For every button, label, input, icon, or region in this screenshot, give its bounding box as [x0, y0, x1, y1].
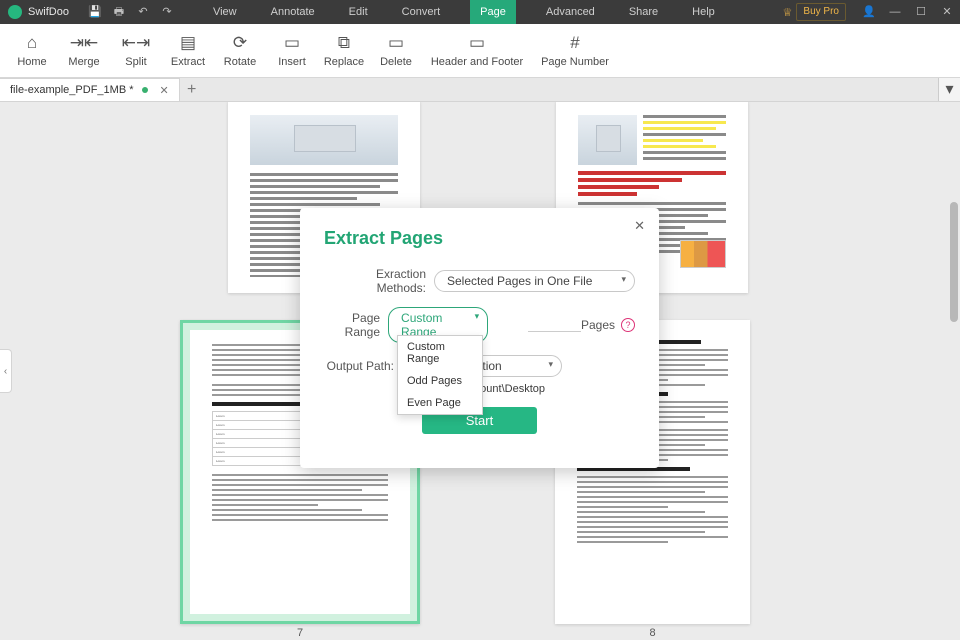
- extract-icon: ▤: [178, 33, 198, 53]
- ribbon-delete[interactable]: ▭ Delete: [370, 26, 422, 76]
- split-icon: ⇤⇥: [126, 33, 146, 53]
- document-tab[interactable]: file-example_PDF_1MB * ✕: [0, 78, 180, 101]
- vertical-scrollbar[interactable]: [950, 102, 958, 640]
- menu-help[interactable]: Help: [688, 0, 719, 24]
- header-footer-icon: ▭: [467, 33, 487, 53]
- page-range-dropdown: Custom Range Odd Pages Even Page: [397, 335, 483, 415]
- unsaved-dot-icon: [142, 87, 148, 93]
- window-maximize-icon[interactable]: ☐: [908, 0, 934, 24]
- window-close-icon[interactable]: ✕: [934, 0, 960, 24]
- new-tab-button[interactable]: +: [180, 78, 204, 101]
- menu-view[interactable]: View: [209, 0, 241, 24]
- ribbon-replace[interactable]: ⧉ Replace: [318, 26, 370, 76]
- ribbon-page-number-label: Page Number: [541, 56, 609, 68]
- menu-convert[interactable]: Convert: [398, 0, 445, 24]
- redo-icon[interactable]: ↷: [155, 0, 179, 24]
- dropdown-option-odd-pages[interactable]: Odd Pages: [398, 370, 482, 392]
- menu-annotate[interactable]: Annotate: [267, 0, 319, 24]
- user-icon[interactable]: 👤: [856, 0, 882, 24]
- ribbon-toolbar: ⌂ Home ⇥⇤ Merge ⇤⇥ Split ▤ Extract ⟳ Rotate ▭…: [0, 24, 960, 78]
- ribbon-extract[interactable]: ▤ Extract: [162, 26, 214, 76]
- ribbon-merge-label: Merge: [68, 56, 99, 68]
- crown-icon: ♕: [783, 6, 793, 19]
- ribbon-page-number[interactable]: # Page Number: [532, 26, 618, 76]
- scrollbar-thumb[interactable]: [950, 202, 958, 322]
- menu-advanced[interactable]: Advanced: [542, 0, 599, 24]
- tab-close-icon[interactable]: ✕: [160, 84, 169, 97]
- ribbon-insert-label: Insert: [278, 56, 306, 68]
- ribbon-home-label: Home: [17, 56, 46, 68]
- ribbon-split-label: Split: [125, 56, 146, 68]
- buy-pro-button[interactable]: Buy Pro: [796, 3, 846, 21]
- rotate-icon: ⟳: [230, 33, 250, 53]
- page-range-label: Page Range: [324, 311, 388, 339]
- menu-share[interactable]: Share: [625, 0, 662, 24]
- extraction-method-select[interactable]: Selected Pages in One File: [434, 270, 635, 292]
- document-tab-strip: file-example_PDF_1MB * ✕ + ▾: [0, 78, 960, 102]
- page-image-placeholder: [250, 115, 398, 165]
- dialog-title: Extract Pages: [324, 228, 635, 249]
- ribbon-header-footer[interactable]: ▭ Header and Footer: [422, 26, 532, 76]
- pages-input-underline[interactable]: [528, 318, 581, 332]
- tab-overflow-button[interactable]: ▾: [938, 78, 960, 101]
- dropdown-option-custom-range[interactable]: Custom Range: [398, 336, 482, 370]
- print-icon[interactable]: 🖶: [107, 0, 131, 24]
- extraction-method-label: Exraction Methods:: [324, 267, 434, 295]
- home-icon: ⌂: [22, 33, 42, 53]
- app-brand: SwifDoo: [28, 6, 69, 18]
- window-minimize-icon[interactable]: —: [882, 0, 908, 24]
- ribbon-extract-label: Extract: [171, 56, 205, 68]
- merge-icon: ⇥⇤: [74, 33, 94, 53]
- ribbon-home[interactable]: ⌂ Home: [6, 26, 58, 76]
- save-icon[interactable]: 💾: [83, 0, 107, 24]
- dialog-close-button[interactable]: ✕: [634, 218, 645, 234]
- page-number-label: 7: [180, 627, 420, 639]
- chart-placeholder: [680, 240, 726, 268]
- dropdown-option-even-page[interactable]: Even Page: [398, 392, 482, 414]
- delete-icon: ▭: [386, 33, 406, 53]
- ribbon-replace-label: Replace: [324, 56, 364, 68]
- ribbon-split[interactable]: ⇤⇥ Split: [110, 26, 162, 76]
- side-panel-toggle[interactable]: ‹: [0, 349, 12, 393]
- ribbon-header-footer-label: Header and Footer: [431, 56, 523, 68]
- page-number-label: 8: [555, 627, 750, 639]
- ribbon-rotate[interactable]: ⟳ Rotate: [214, 26, 266, 76]
- main-menu: View Annotate Edit Convert Page Advanced…: [209, 0, 719, 24]
- insert-icon: ▭: [282, 33, 302, 53]
- pages-label: Pages: [581, 318, 615, 332]
- undo-icon[interactable]: ↶: [131, 0, 155, 24]
- replace-icon: ⧉: [334, 33, 354, 53]
- page-number-icon: #: [565, 33, 585, 53]
- title-bar: SwifDoo 💾 🖶 ↶ ↷ View Annotate Edit Conve…: [0, 0, 960, 24]
- document-tab-label: file-example_PDF_1MB *: [10, 84, 134, 96]
- ribbon-insert[interactable]: ▭ Insert: [266, 26, 318, 76]
- help-icon[interactable]: ?: [621, 318, 635, 332]
- output-path-label: Output Path:: [324, 359, 402, 373]
- menu-page[interactable]: Page: [470, 0, 516, 24]
- menu-edit[interactable]: Edit: [345, 0, 372, 24]
- app-logo-icon: [8, 5, 22, 19]
- ribbon-merge[interactable]: ⇥⇤ Merge: [58, 26, 110, 76]
- ribbon-rotate-label: Rotate: [224, 56, 256, 68]
- ribbon-delete-label: Delete: [380, 56, 412, 68]
